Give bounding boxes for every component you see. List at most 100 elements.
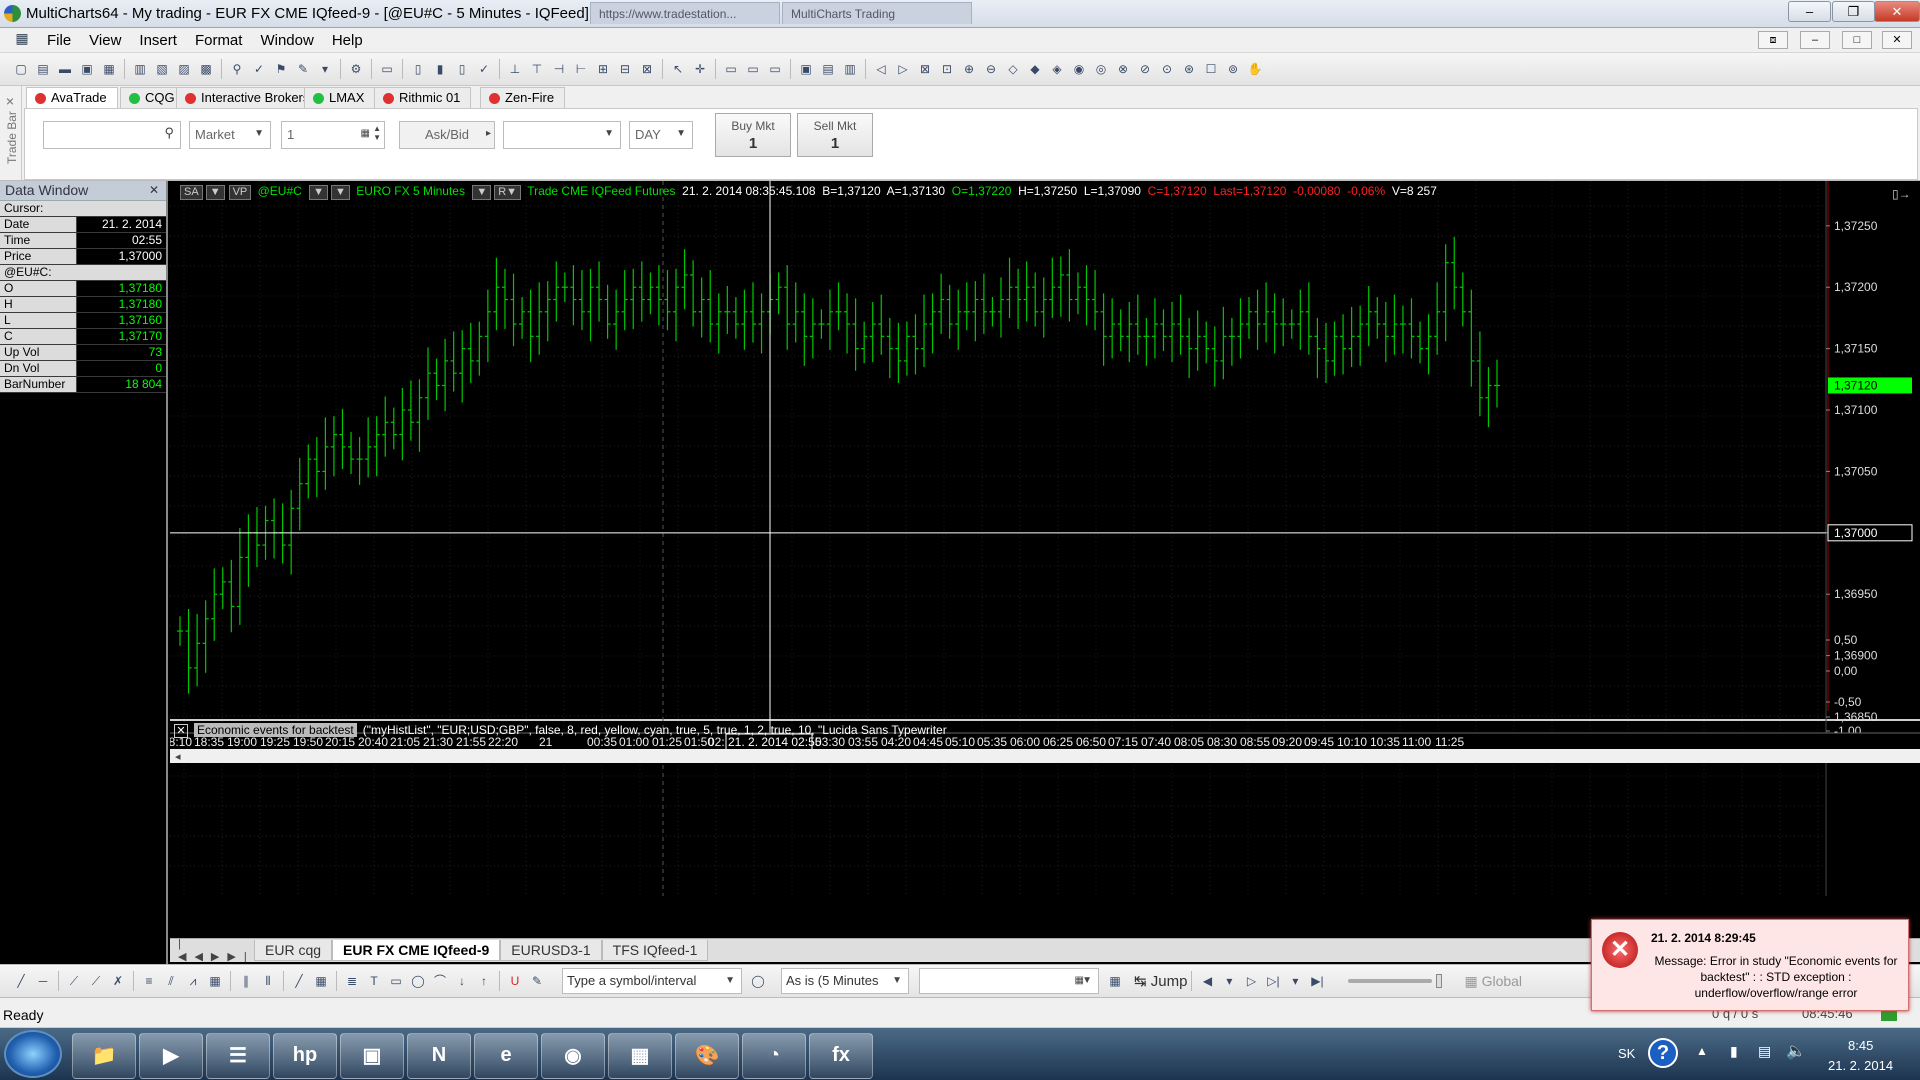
- hp-taskbar-icon[interactable]: hp: [273, 1032, 337, 1079]
- forward-icon[interactable]: ▷: [893, 59, 913, 79]
- indicator6-icon[interactable]: ⊟: [615, 59, 635, 79]
- n-app-taskbar-icon[interactable]: N: [407, 1032, 471, 1079]
- sell-market-button[interactable]: Sell Mkt 1: [797, 113, 873, 157]
- play-icon[interactable]: ▷: [1241, 971, 1261, 991]
- trendline-icon[interactable]: ╱: [11, 971, 31, 991]
- box-icon[interactable]: ☐: [1201, 59, 1221, 79]
- forward-dropdown-icon[interactable]: ▾: [1285, 971, 1305, 991]
- panel2-icon[interactable]: ▭: [743, 59, 763, 79]
- text-icon[interactable]: T: [364, 971, 384, 991]
- indicator5-icon[interactable]: ⊞: [593, 59, 613, 79]
- horizontal-ray-icon[interactable]: ─: [33, 971, 53, 991]
- bars-icon[interactable]: ▯: [408, 59, 428, 79]
- chart-icon[interactable]: ▥: [130, 59, 150, 79]
- indicator-name[interactable]: Economic events for backtest: [194, 723, 357, 737]
- menu-help[interactable]: Help: [323, 28, 372, 53]
- powerlanguage-editor-taskbar-icon[interactable]: fx: [809, 1032, 873, 1079]
- broker-tab-interactive-brokers[interactable]: Interactive Brokers: [176, 87, 321, 108]
- highlighter-icon[interactable]: ✎: [527, 971, 547, 991]
- grid-icon[interactable]: ▦: [1105, 971, 1125, 991]
- paint-taskbar-icon[interactable]: 🎨: [675, 1032, 739, 1079]
- shape9-icon[interactable]: ⊛: [1179, 59, 1199, 79]
- options-icon[interactable]: ▩: [196, 59, 216, 79]
- scroll-left-icon[interactable]: ◂: [175, 750, 181, 763]
- candles-icon[interactable]: ▮: [430, 59, 450, 79]
- quantity-input[interactable]: 1 ▦ ▲ ▼: [281, 121, 385, 149]
- arc-icon[interactable]: ⌒: [430, 971, 450, 991]
- resolution-select[interactable]: As is (5 Minutes ▼: [781, 968, 909, 994]
- save-dropdown-icon[interactable]: ▬: [55, 59, 75, 79]
- ok-icon[interactable]: ✓: [474, 59, 494, 79]
- resolution-dropdown-icon[interactable]: ▼: [331, 185, 350, 200]
- maximize-child-button[interactable]: □: [1842, 31, 1872, 49]
- indicator-close-icon[interactable]: ✕: [174, 724, 188, 738]
- tab-eur-cqg[interactable]: EUR cqg: [254, 940, 333, 961]
- horizontal-scrollbar[interactable]: [170, 749, 1920, 763]
- close-icon[interactable]: ✕: [149, 183, 159, 197]
- zoom-out-icon[interactable]: ⊖: [981, 59, 1001, 79]
- jump-button[interactable]: ↹ Jump: [1134, 972, 1187, 990]
- gann-grid-icon[interactable]: ▦: [205, 971, 225, 991]
- tif-select[interactable]: DAY ▼: [629, 121, 693, 149]
- app-menu-icon[interactable]: ▦: [8, 30, 36, 50]
- fib-extension-icon[interactable]: ⫽: [161, 971, 181, 991]
- broker-tab-avatrade[interactable]: AvaTrade: [26, 87, 118, 108]
- volume-icon[interactable]: 🔈: [1786, 1041, 1806, 1061]
- panel1-icon[interactable]: ▭: [721, 59, 741, 79]
- chrome-taskbar-icon[interactable]: ◉: [541, 1032, 605, 1079]
- new-icon[interactable]: ▢: [11, 59, 31, 79]
- close-button[interactable]: ✕: [1874, 1, 1920, 22]
- indicator1-icon[interactable]: ⊥: [505, 59, 525, 79]
- scroll-left-dropdown-icon[interactable]: ▾: [1219, 971, 1239, 991]
- flag-icon[interactable]: ⚑: [271, 59, 291, 79]
- zoom-slider-handle[interactable]: [1436, 974, 1443, 988]
- pencil-icon[interactable]: ╱: [289, 971, 309, 991]
- trade-bar-close-icon[interactable]: ✕: [4, 97, 17, 106]
- description-dropdown-icon[interactable]: ▼: [472, 185, 492, 200]
- start-button[interactable]: [4, 1030, 62, 1078]
- fib-arc-icon[interactable]: ✗: [108, 971, 128, 991]
- zoom-slider[interactable]: [1348, 979, 1433, 983]
- shape10-icon[interactable]: ⊚: [1223, 59, 1243, 79]
- show-hidden-icons-icon[interactable]: ▲: [1696, 1044, 1708, 1058]
- indicator3-icon[interactable]: ⊣: [549, 59, 569, 79]
- background-tab-1[interactable]: https://www.tradestation...: [590, 2, 780, 24]
- shape2-icon[interactable]: ◆: [1025, 59, 1045, 79]
- fib-retracement-icon[interactable]: ≡: [139, 971, 159, 991]
- error-notification[interactable]: ✕ 21. 2. 2014 8:29:45 Message: Error in …: [1591, 919, 1909, 1011]
- broker-tab-lmax[interactable]: LMAX: [304, 87, 376, 108]
- realtime-button[interactable]: R▼: [494, 185, 522, 200]
- clock-time[interactable]: 8:45: [1848, 1038, 1873, 1053]
- media-player-taskbar-icon[interactable]: ▶: [139, 1032, 203, 1079]
- close-child-button[interactable]: ✕: [1882, 31, 1912, 49]
- multicharts-taskbar-icon[interactable]: ☰: [206, 1032, 270, 1079]
- check-icon[interactable]: ✓: [249, 59, 269, 79]
- menu-insert[interactable]: Insert: [130, 28, 186, 53]
- indicator2-icon[interactable]: ⊤: [527, 59, 547, 79]
- calculator-icon[interactable]: ▦: [361, 128, 370, 139]
- search-icon[interactable]: ⚲: [227, 59, 247, 79]
- price-select[interactable]: ▼: [503, 121, 621, 149]
- fit-icon[interactable]: ⊠: [915, 59, 935, 79]
- magnet-icon[interactable]: U: [505, 971, 525, 991]
- menu-window[interactable]: Window: [251, 28, 322, 53]
- scanner-icon[interactable]: ▧: [152, 59, 172, 79]
- zoom-in-icon[interactable]: ⊕: [959, 59, 979, 79]
- shape3-icon[interactable]: ◈: [1047, 59, 1067, 79]
- grid-icon[interactable]: ▦: [311, 971, 331, 991]
- window-icon[interactable]: ▭: [377, 59, 397, 79]
- date-input[interactable]: ▦ ▼: [919, 968, 1099, 994]
- dropdown-icon[interactable]: ▾: [315, 59, 335, 79]
- explorer-taskbar-icon[interactable]: 📁: [72, 1032, 136, 1079]
- shape4-icon[interactable]: ◉: [1069, 59, 1089, 79]
- sa-dropdown-icon[interactable]: ▼: [205, 185, 225, 200]
- layout2-icon[interactable]: ▤: [818, 59, 838, 79]
- panel3-icon[interactable]: ▭: [765, 59, 785, 79]
- symbol-dropdown-icon[interactable]: ▼: [309, 185, 329, 200]
- settings-icon[interactable]: ⚙: [346, 59, 366, 79]
- clock-date[interactable]: 21. 2. 2014: [1828, 1058, 1893, 1073]
- chart-window[interactable]: 1,37250 1,37200 1,37150 1,37100 1,37050 1,370…: [170, 181, 1920, 896]
- print-icon[interactable]: ▦: [99, 59, 119, 79]
- tab-scroll-arrows[interactable]: |◀◀▶▶|: [170, 938, 254, 963]
- indicator4-icon[interactable]: ⊢: [571, 59, 591, 79]
